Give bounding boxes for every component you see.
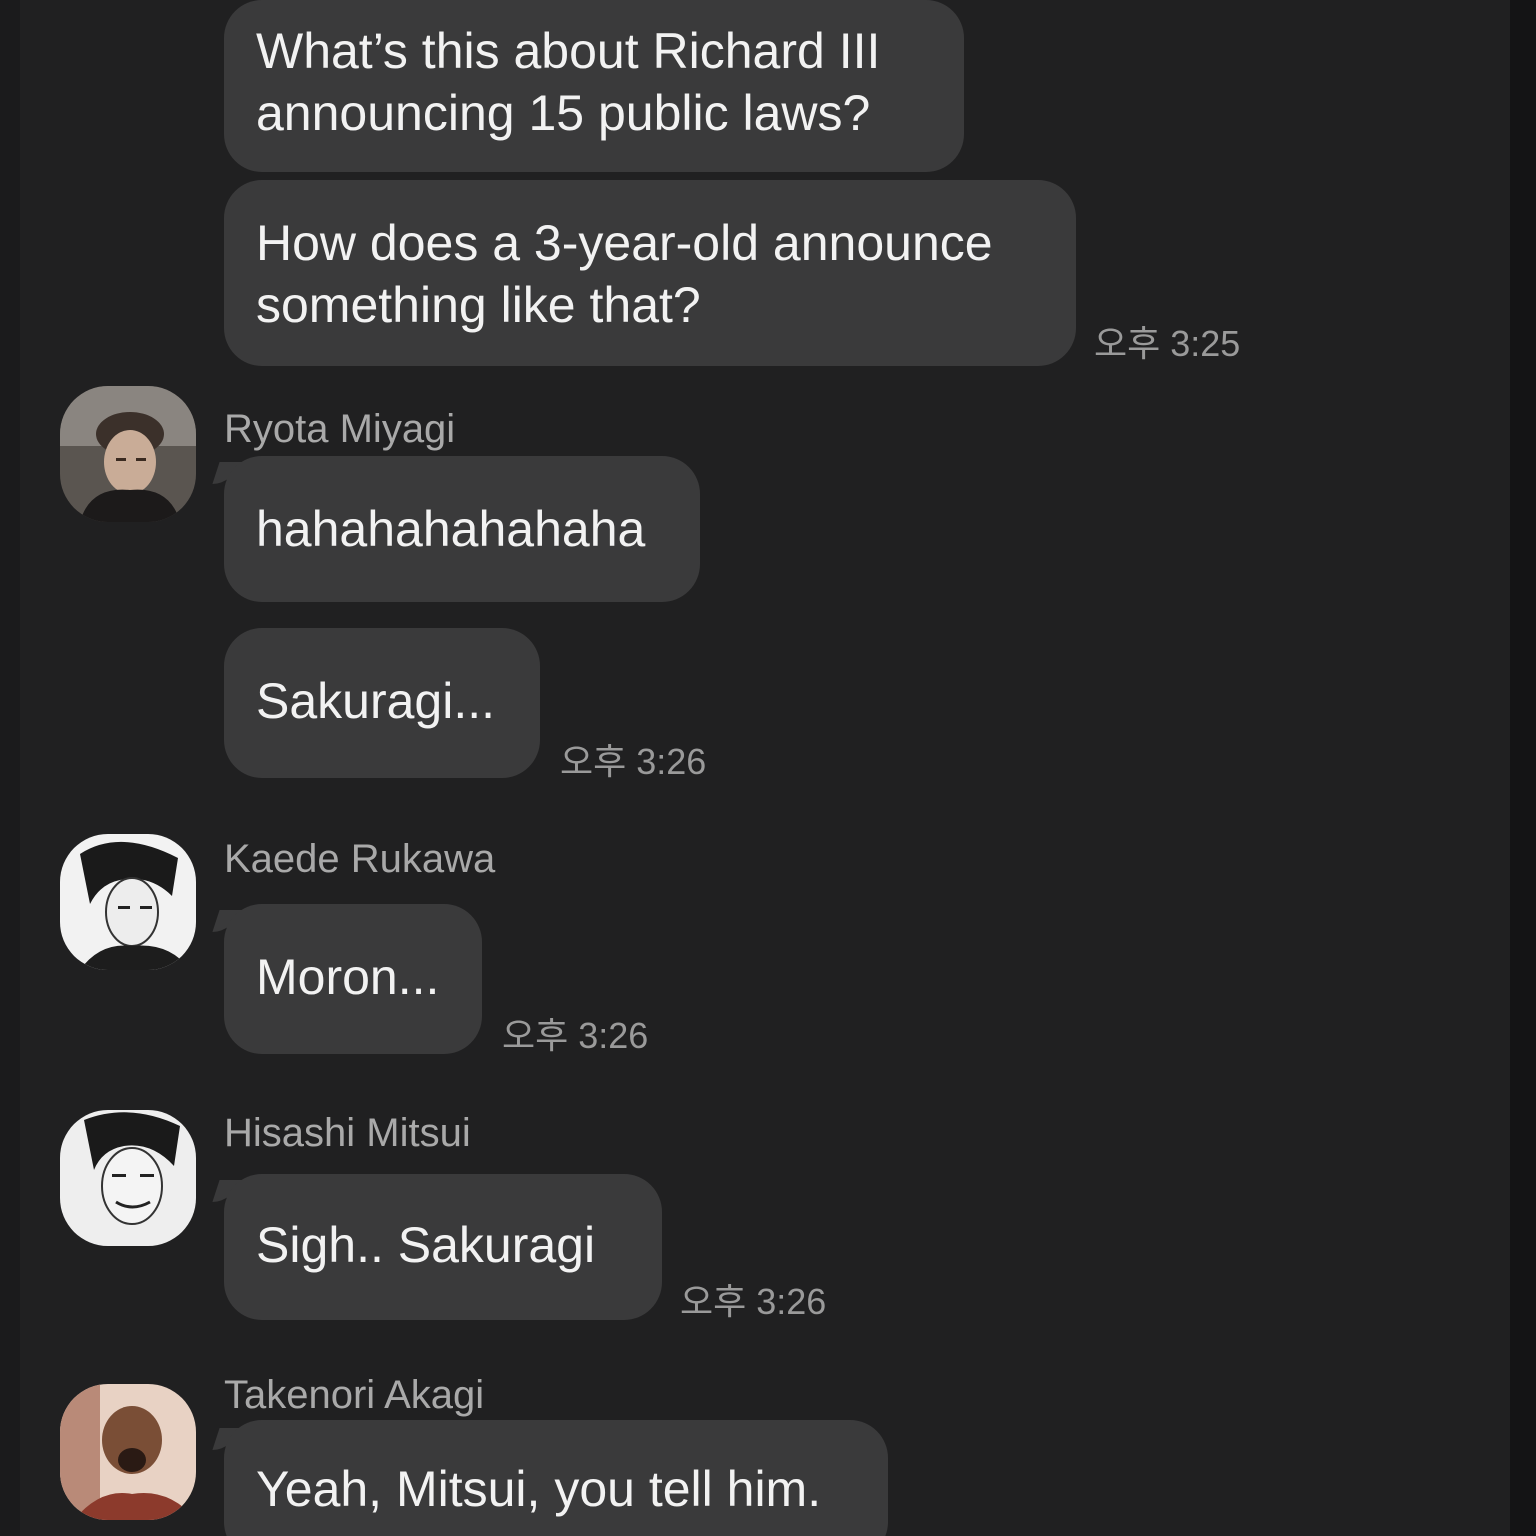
message-timestamp: 오후 3:25 [1094, 323, 1241, 364]
message-line: Sakuragi... [256, 673, 496, 729]
message-bubble[interactable]: What’s this about Richard III announcing… [224, 0, 964, 172]
sender-name: Ryota Miyagi [224, 407, 456, 451]
message-timestamp: 오후 3:26 [680, 1281, 827, 1322]
message-bubble[interactable]: hahahahahahaha [224, 456, 700, 602]
message-line: hahahahahahaha [256, 501, 646, 557]
sender-name: Hisashi Mitsui [224, 1111, 471, 1155]
avatar-takenori-akagi-icon [60, 1384, 196, 1520]
avatar[interactable] [60, 834, 196, 970]
avatar[interactable] [60, 386, 196, 522]
message-line: Sigh.. Sakuragi [256, 1217, 596, 1273]
message-bubble[interactable]: Sakuragi... [224, 628, 540, 778]
avatar[interactable] [60, 1384, 196, 1520]
message-timestamp: 오후 3:26 [560, 741, 707, 782]
chat-screen: What’s this about Richard III announcing… [20, 0, 1510, 1536]
avatar-ryota-miyagi-icon [60, 386, 196, 522]
message-line: announcing 15 public laws? [256, 85, 871, 141]
message-bubble[interactable]: How does a 3-year-old announce something… [224, 180, 1076, 366]
message-line: How does a 3-year-old announce [256, 215, 993, 271]
avatar[interactable] [60, 1110, 196, 1246]
screen-edge [1510, 0, 1536, 1536]
message-line: something like that? [256, 277, 701, 333]
message-line: Yeah, Mitsui, you tell him. [256, 1461, 822, 1517]
sender-name: Kaede Rukawa [224, 837, 496, 881]
message-timestamp: 오후 3:26 [502, 1015, 649, 1056]
avatar-hisashi-mitsui-icon [60, 1110, 196, 1246]
avatar-kaede-rukawa-icon [60, 834, 196, 970]
message-line: Moron... [256, 949, 440, 1005]
message-bubble[interactable]: Yeah, Mitsui, you tell him. [224, 1420, 888, 1536]
message-line: What’s this about Richard III [256, 23, 881, 79]
sender-name: Takenori Akagi [224, 1373, 485, 1417]
message-bubble[interactable]: Moron... [224, 904, 482, 1054]
message-bubble[interactable]: Sigh.. Sakuragi [224, 1174, 662, 1320]
